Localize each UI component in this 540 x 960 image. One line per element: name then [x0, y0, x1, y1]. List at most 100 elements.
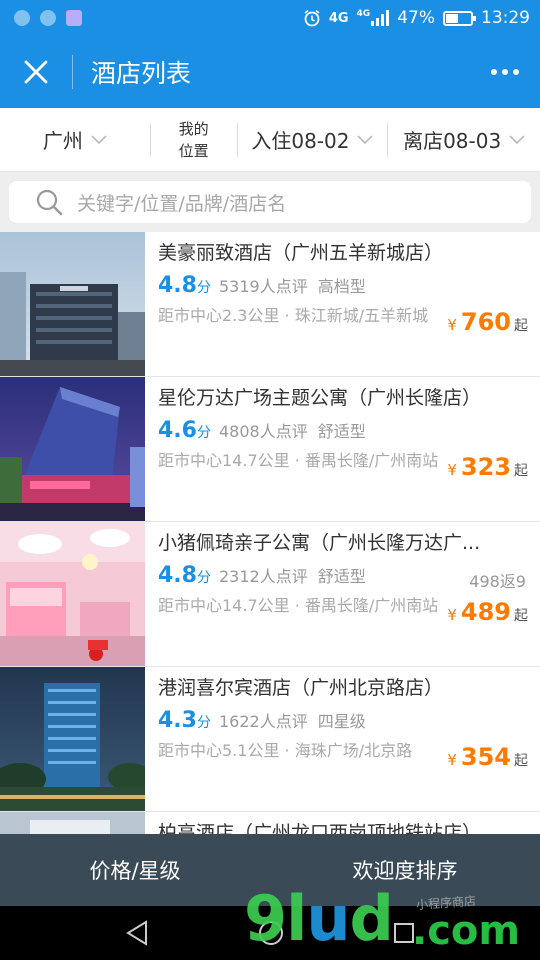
price-suffix: 起	[514, 463, 528, 479]
hotel-info: 柏高酒店（广州龙口西岗顶地铁站店）	[145, 812, 540, 834]
hotel-info: 港润喜尔宾酒店（广州北京路店） 4.3 分 1622人点评 四星级 距市中心5.…	[145, 667, 540, 811]
hotel-photo	[0, 522, 145, 666]
hotel-score: 4.6	[158, 418, 197, 443]
hotel-photo	[0, 377, 145, 521]
hotel-info: 小猪佩琦亲子公寓（广州长隆万达广... 4.8 分 2312人点评 舒适型 49…	[145, 522, 540, 666]
hotel-name: 星伦万达广场主题公寓（广州长隆店）	[158, 387, 482, 409]
system-nav-bar	[0, 906, 540, 960]
battery-percent: 47%	[397, 8, 435, 28]
score-unit: 分	[196, 280, 211, 296]
review-count: 5319人点评	[218, 277, 308, 296]
hotel-price: ¥ 323 起	[447, 453, 528, 481]
review-count: 4808人点评	[218, 422, 308, 441]
price-suffix: 起	[514, 753, 528, 769]
check-out-selector[interactable]: 离店08-03	[388, 108, 540, 171]
score-unit: 分	[196, 715, 211, 731]
notification-icons	[14, 10, 82, 26]
hotel-score: 4.8	[158, 273, 197, 298]
chevron-down-icon	[91, 134, 107, 144]
close-icon	[24, 60, 48, 84]
page-title: 酒店列表	[91, 59, 192, 88]
city-label: 广州	[42, 129, 83, 153]
review-count: 2312人点评	[218, 567, 308, 586]
signal-icon	[371, 10, 390, 26]
check-in-selector[interactable]: 入住08-02	[238, 108, 388, 171]
price-suffix: 起	[514, 318, 528, 334]
price-value: 760	[460, 308, 511, 336]
hotel-photo	[0, 667, 145, 811]
search-placeholder: 关键字/位置/品牌/酒店名	[77, 192, 287, 215]
city-selector[interactable]: 广州	[0, 108, 150, 171]
hotel-type: 舒适型	[317, 422, 366, 441]
hotel-type: 四星级	[317, 712, 366, 731]
my-location-button[interactable]: 我的 位置	[151, 108, 237, 171]
hotel-distance: 距市中心14.7公里 · 番禺长隆/广州南站	[158, 451, 439, 470]
hotel-item[interactable]: 星伦万达广场主题公寓（广州长隆店） 4.6 分 4808人点评 舒适型 距市中心…	[0, 377, 540, 522]
search-icon	[36, 189, 63, 216]
battery-icon	[443, 10, 476, 26]
hotel-name: 柏高酒店（广州龙口西岗顶地铁站店）	[158, 822, 482, 834]
search-input[interactable]: 关键字/位置/品牌/酒店名	[9, 181, 531, 223]
more-dots-icon	[491, 69, 497, 75]
price-value: 489	[460, 598, 511, 626]
score-unit: 分	[196, 425, 211, 441]
nav-bar: 酒店列表	[0, 36, 540, 108]
price-currency: ¥	[447, 461, 457, 479]
hotel-score: 4.3	[158, 708, 197, 733]
check-in-label: 入住08-02	[251, 129, 350, 153]
hotel-distance: 距市中心5.1公里 · 海珠广场/北京路	[158, 741, 413, 760]
hotel-name: 小猪佩琦亲子公寓（广州长隆万达广...	[158, 532, 481, 554]
hotel-price: ¥ 760 起	[447, 308, 528, 336]
hotel-info: 星伦万达广场主题公寓（广州长隆店） 4.6 分 4808人点评 舒适型 距市中心…	[145, 377, 540, 521]
filter-bar: 广州 我的 位置 入住08-02 离店08-03	[0, 108, 540, 172]
price-currency: ¥	[447, 751, 457, 769]
recents-icon[interactable]	[392, 921, 416, 945]
message-icon	[40, 10, 56, 26]
hotel-score: 4.8	[158, 563, 197, 588]
hotel-name: 港润喜尔宾酒店（广州北京路店）	[158, 677, 444, 699]
price-suffix: 起	[514, 608, 528, 624]
gallery-icon	[66, 10, 82, 26]
nav-divider	[72, 55, 73, 89]
back-icon[interactable]	[124, 919, 150, 947]
hotel-photo	[0, 812, 145, 834]
hotel-item[interactable]: 小猪佩琦亲子公寓（广州长隆万达广... 4.8 分 2312人点评 舒适型 49…	[0, 522, 540, 667]
hotel-photo	[0, 232, 145, 376]
alarm-icon	[304, 9, 320, 27]
price-currency: ¥	[447, 606, 457, 624]
hotel-name: 美豪丽致酒店（广州五羊新城店）	[158, 242, 444, 264]
promo-badge: 498返9	[469, 572, 526, 591]
price-star-filter-button[interactable]: 价格/星级	[0, 855, 270, 885]
hotel-type: 高档型	[317, 277, 366, 296]
search-area: 关键字/位置/品牌/酒店名	[0, 172, 540, 232]
score-unit: 分	[196, 570, 211, 586]
my-location-line1: 我的	[178, 119, 209, 138]
hotel-distance: 距市中心2.3公里 · 珠江新城/五羊新城	[158, 306, 429, 325]
clock: 13:29	[481, 8, 530, 28]
more-button[interactable]	[470, 36, 540, 108]
price-value: 323	[460, 453, 511, 481]
network-type-small: 4G	[356, 9, 371, 19]
home-icon[interactable]	[257, 919, 285, 947]
hotel-list[interactable]: 美豪丽致酒店（广州五羊新城店） 4.8 分 5319人点评 高档型 距市中心2.…	[0, 232, 540, 834]
notification-icon	[14, 10, 30, 26]
popularity-sort-button[interactable]: 欢迎度排序	[270, 855, 540, 885]
hotel-price: ¥ 354 起	[447, 743, 528, 771]
price-value: 354	[460, 743, 511, 771]
hotel-meta: 4.8 分 5319人点评 高档型	[158, 273, 530, 298]
hotel-price: ¥ 489 起	[447, 598, 528, 626]
hotel-info: 美豪丽致酒店（广州五羊新城店） 4.8 分 5319人点评 高档型 距市中心2.…	[145, 232, 540, 376]
hotel-item[interactable]: 柏高酒店（广州龙口西岗顶地铁站店）	[0, 812, 540, 834]
hotel-distance: 距市中心14.7公里 · 番禺长隆/广州南站	[158, 596, 439, 615]
my-location-line2: 位置	[178, 141, 209, 160]
close-button[interactable]	[0, 36, 72, 108]
review-count: 1622人点评	[218, 712, 308, 731]
chevron-down-icon	[509, 134, 525, 144]
hotel-item[interactable]: 港润喜尔宾酒店（广州北京路店） 4.3 分 1622人点评 四星级 距市中心5.…	[0, 667, 540, 812]
hotel-meta: 4.6 分 4808人点评 舒适型	[158, 418, 530, 443]
price-currency: ¥	[447, 316, 457, 334]
hotel-item[interactable]: 美豪丽致酒店（广州五羊新城店） 4.8 分 5319人点评 高档型 距市中心2.…	[0, 232, 540, 377]
hotel-meta: 4.3 分 1622人点评 四星级	[158, 708, 530, 733]
network-type: 4G	[328, 10, 349, 26]
bottom-bar: 价格/星级 欢迎度排序	[0, 834, 540, 906]
